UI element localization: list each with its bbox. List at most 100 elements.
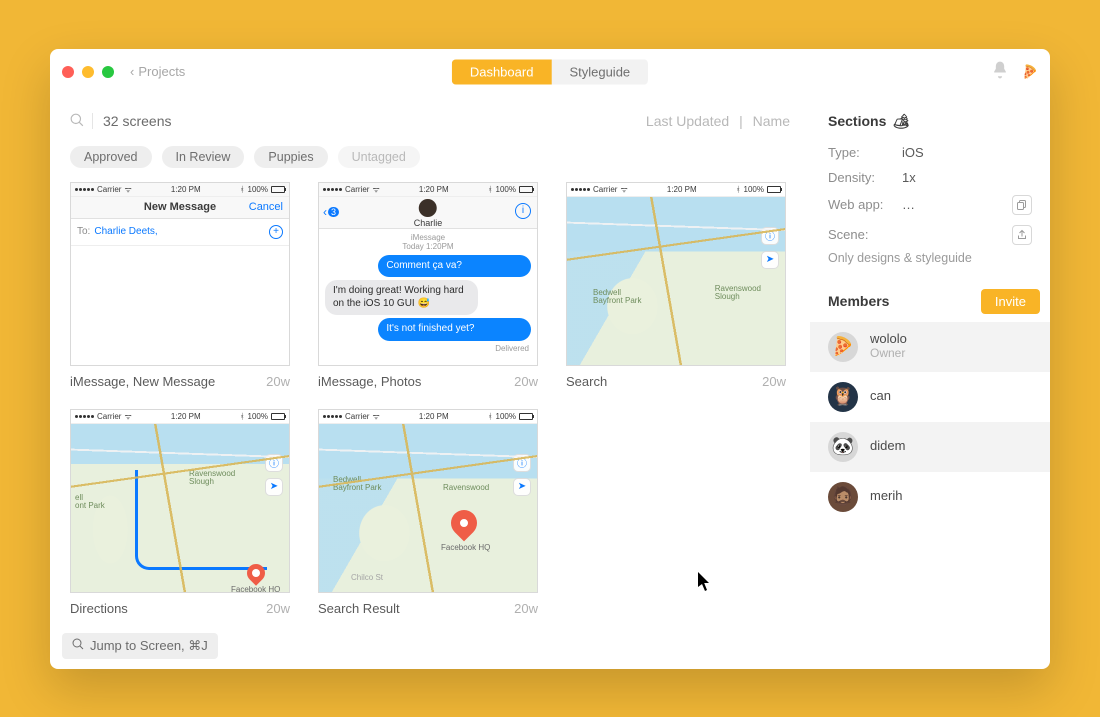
chat-bubble: It's not finished yet? — [378, 318, 531, 341]
app-window: ‹ Projects Dashboard Styleguide 🍕 32 scr… — [50, 49, 1050, 669]
map-pin-icon — [243, 560, 268, 585]
screen-time: 20w — [514, 374, 538, 389]
route-line — [135, 470, 267, 570]
screen-thumb: Carrierᯤ 1:20 PM ᚼ100% ⓘ ➤ Bedwell Bayfr… — [318, 409, 538, 593]
chat-bubble: I'm doing great! Working hard on the iOS… — [325, 280, 478, 315]
screen-thumb: Carrierᯤ 1:20 PM ᚼ100% ⓘ ➤ ell ont Park … — [70, 409, 290, 593]
screen-card[interactable]: Carrierᯤ 1:20 PM ᚼ100% ⓘ ➤ Bedwell Bayfr… — [566, 182, 786, 389]
row-density: Density: 1x — [810, 165, 1050, 190]
copy-icon[interactable] — [1012, 195, 1032, 215]
member-name: wololo — [870, 332, 907, 347]
location-arrow-icon: ➤ — [513, 478, 531, 496]
screen-time: 20w — [266, 374, 290, 389]
tag-in-review[interactable]: In Review — [162, 146, 245, 168]
tag-untagged[interactable]: Untagged — [338, 146, 420, 168]
nm-cancel: Cancel — [249, 201, 283, 213]
nm-title: New Message — [144, 201, 216, 213]
info-circle-icon: ⓘ — [761, 227, 779, 245]
chat-back-icon: ‹3 — [323, 205, 339, 219]
screen-title: Search Result — [318, 601, 400, 616]
member-row[interactable]: 🦉 can — [810, 372, 1050, 422]
screen-time: 20w — [514, 601, 538, 616]
screen-card[interactable]: Carrierᯤ 1:20 PM ᚼ100% ‹3 Charlie i — [318, 182, 538, 389]
view-segmented-control: Dashboard Styleguide — [452, 59, 648, 84]
avatar-icon: 🐼 — [828, 432, 858, 462]
member-name: can — [870, 389, 891, 404]
screen-thumb: Carrierᯤ 1:20 PM ᚼ100% ‹3 Charlie i — [318, 182, 538, 366]
ios-status-bar: Carrierᯤ 1:20 PM ᚼ100% — [319, 183, 537, 197]
zoom-window-button[interactable] — [102, 66, 114, 78]
search-icon — [72, 638, 84, 653]
sidebar: Sections 🏕 Type: iOS Density: 1x Web app… — [810, 95, 1050, 669]
screen-time: 20w — [266, 601, 290, 616]
member-row[interactable]: 🍕 wololo Owner — [810, 322, 1050, 372]
member-name: merih — [870, 489, 903, 504]
tent-emoji-icon: 🏕 — [892, 113, 910, 130]
chevron-left-icon: ‹ — [130, 64, 134, 79]
traffic-lights — [62, 66, 114, 78]
screen-title: iMessage, New Message — [70, 374, 215, 389]
screen-time: 20w — [762, 374, 786, 389]
delivered-label: Delivered — [319, 344, 529, 353]
tags-row: Approved In Review Puppies Untagged — [50, 140, 810, 182]
screen-thumb: Carrierᯤ 1:20 PM ᚼ100% New Message Cance… — [70, 182, 290, 366]
ios-status-bar: Carrierᯤ 1:20 PM ᚼ100% — [71, 183, 289, 197]
close-window-button[interactable] — [62, 66, 74, 78]
minimize-window-button[interactable] — [82, 66, 94, 78]
location-arrow-icon: ➤ — [761, 251, 779, 269]
row-scene-key: Scene: — [810, 220, 1050, 245]
jump-label: Jump to Screen, ⌘J — [90, 638, 208, 654]
map-pin-icon — [446, 504, 483, 541]
sort-separator: | — [733, 113, 749, 129]
search-icon[interactable] — [70, 113, 84, 130]
titlebar-right: 🍕 — [990, 60, 1038, 83]
member-role: Owner — [870, 347, 907, 361]
sort-last-updated[interactable]: Last Updated — [646, 113, 729, 129]
row-type: Type: iOS — [810, 140, 1050, 165]
ios-status-bar: Carrierᯤ 1:20 PM ᚼ100% — [567, 183, 785, 197]
info-circle-icon: ⓘ — [265, 454, 283, 472]
row-webapp: Web app: … — [810, 190, 1050, 220]
plus-circle-icon: + — [269, 225, 283, 239]
location-arrow-icon: ➤ — [265, 478, 283, 496]
back-label: Projects — [138, 64, 185, 79]
sections-label: Sections — [828, 113, 886, 129]
chat-bubble: Comment ça va? — [378, 255, 531, 278]
screens-grid: Carrierᯤ 1:20 PM ᚼ100% New Message Cance… — [50, 182, 810, 636]
screens-count: 32 screens — [92, 113, 171, 129]
screen-title: iMessage, Photos — [318, 374, 421, 389]
screen-card[interactable]: Carrierᯤ 1:20 PM ᚼ100% ⓘ ➤ ell ont Park … — [70, 409, 290, 616]
screen-card[interactable]: Carrierᯤ 1:20 PM ᚼ100% ⓘ ➤ Bedwell Bayfr… — [318, 409, 538, 616]
tab-styleguide[interactable]: Styleguide — [551, 59, 648, 84]
member-row[interactable]: 🐼 didem — [810, 422, 1050, 472]
bell-icon[interactable] — [990, 60, 1010, 83]
screen-card[interactable]: Carrierᯤ 1:20 PM ᚼ100% New Message Cance… — [70, 182, 290, 389]
sections-header: Sections 🏕 — [810, 113, 1050, 140]
avatar-icon: 🧔🏽 — [828, 482, 858, 512]
current-user-avatar[interactable]: 🍕 — [1022, 64, 1038, 80]
member-name: didem — [870, 439, 905, 454]
invite-button[interactable]: Invite — [981, 289, 1040, 314]
sort-name[interactable]: Name — [753, 113, 790, 129]
tag-puppies[interactable]: Puppies — [254, 146, 327, 168]
avatar-icon: 🍕 — [828, 332, 858, 362]
body: 32 screens Last Updated | Name Approved … — [50, 95, 1050, 669]
screen-thumb: Carrierᯤ 1:20 PM ᚼ100% ⓘ ➤ Bedwell Bayfr… — [566, 182, 786, 366]
titlebar: ‹ Projects Dashboard Styleguide 🍕 — [50, 49, 1050, 95]
tab-dashboard[interactable]: Dashboard — [452, 59, 552, 84]
ios-status-bar: Carrierᯤ 1:20 PM ᚼ100% — [319, 410, 537, 424]
share-icon[interactable] — [1012, 225, 1032, 245]
screen-title: Directions — [70, 601, 128, 616]
screens-header: 32 screens Last Updated | Name — [50, 95, 810, 140]
ios-status-bar: Carrierᯤ 1:20 PM ᚼ100% — [71, 410, 289, 424]
member-row[interactable]: 🧔🏽 merih — [810, 472, 1050, 522]
avatar-icon: 🦉 — [828, 382, 858, 412]
info-circle-icon: ⓘ — [513, 454, 531, 472]
main-pane: 32 screens Last Updated | Name Approved … — [50, 95, 810, 669]
jump-to-screen-button[interactable]: Jump to Screen, ⌘J — [62, 633, 218, 659]
row-scene-value: Only designs & styleguide — [810, 245, 1050, 277]
tag-approved[interactable]: Approved — [70, 146, 152, 168]
sort-control[interactable]: Last Updated | Name — [646, 113, 790, 129]
back-to-projects[interactable]: ‹ Projects — [130, 64, 185, 79]
info-circle-icon: i — [515, 203, 531, 219]
